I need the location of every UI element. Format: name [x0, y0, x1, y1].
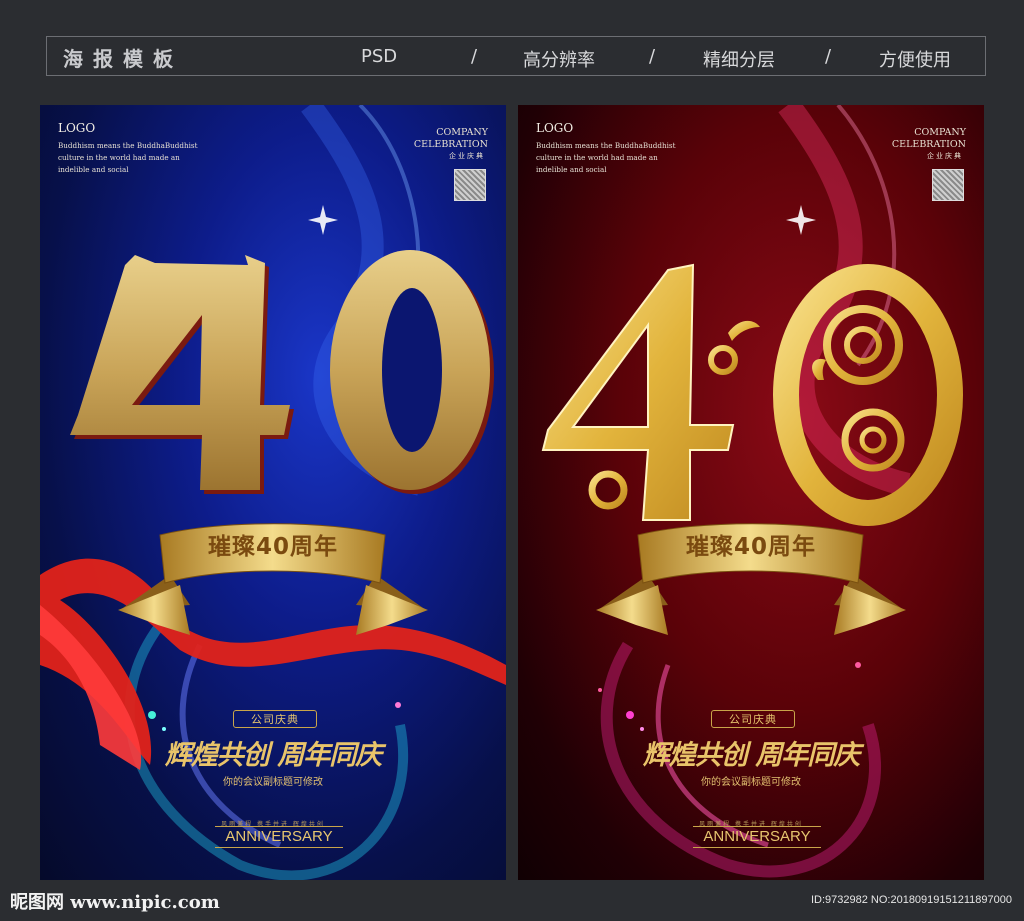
- intro-text: Buddhism means the BuddhaBuddhist cultur…: [58, 141, 198, 174]
- image-id: ID:9732982 NO:20180919151211897000: [810, 894, 1012, 906]
- qr-code-icon: [932, 169, 964, 201]
- header-item-layers: 精细分层: [703, 50, 775, 71]
- header-item-easy: 方便使用: [879, 50, 951, 71]
- poster-blue: LOGO Buddhism means the BuddhaBuddhist c…: [40, 105, 506, 880]
- subtitle: 你的会议副标题可修改: [701, 777, 801, 788]
- company-line-2: CELEBRATION: [891, 139, 966, 150]
- header-item-psd: PSD: [361, 46, 398, 67]
- tag-badge: 公司庆典: [233, 710, 317, 728]
- subtitle: 你的会议副标题可修改: [223, 777, 323, 788]
- logo-text: LOGO: [536, 121, 574, 135]
- ribbon-text: 璀璨40周年: [685, 534, 816, 560]
- header-separator: /: [649, 46, 656, 67]
- company-label: COMPANY CELEBRATION: [414, 127, 488, 151]
- header-title: 海报模板: [63, 47, 183, 71]
- header-separator: /: [825, 46, 832, 67]
- company-label: COMPANY CELEBRATION: [892, 127, 966, 151]
- logo-text: LOGO: [58, 121, 96, 135]
- ribbon-text: 璀璨40周年: [207, 534, 338, 560]
- company-line-2: CELEBRATION: [413, 139, 488, 150]
- tag-badge: 公司庆典: [711, 710, 795, 728]
- header-item-resolution: 高分辨率: [523, 50, 595, 71]
- header-separator: /: [471, 46, 478, 67]
- company-cn: 企业庆典: [449, 152, 485, 160]
- qr-code-icon: [454, 169, 486, 201]
- company-line-1: COMPANY: [914, 127, 966, 138]
- header-bar: 海报模板 PSD / 高分辨率 / 精细分层 / 方便使用: [46, 36, 986, 76]
- slogan: 辉煌共创 周年同庆: [164, 740, 382, 771]
- anniversary-label: ANNIVERSARY: [215, 826, 343, 848]
- anniversary-label: ANNIVERSARY: [693, 826, 821, 848]
- company-line-1: COMPANY: [436, 127, 488, 138]
- poster-red: LOGO Buddhism means the BuddhaBuddhist c…: [518, 105, 984, 880]
- intro-text: Buddhism means the BuddhaBuddhist cultur…: [536, 141, 676, 174]
- company-cn: 企业庆典: [927, 152, 963, 160]
- slogan: 辉煌共创 周年同庆: [642, 740, 860, 771]
- watermark-logo: 昵图网 www.nipic.com: [10, 892, 220, 913]
